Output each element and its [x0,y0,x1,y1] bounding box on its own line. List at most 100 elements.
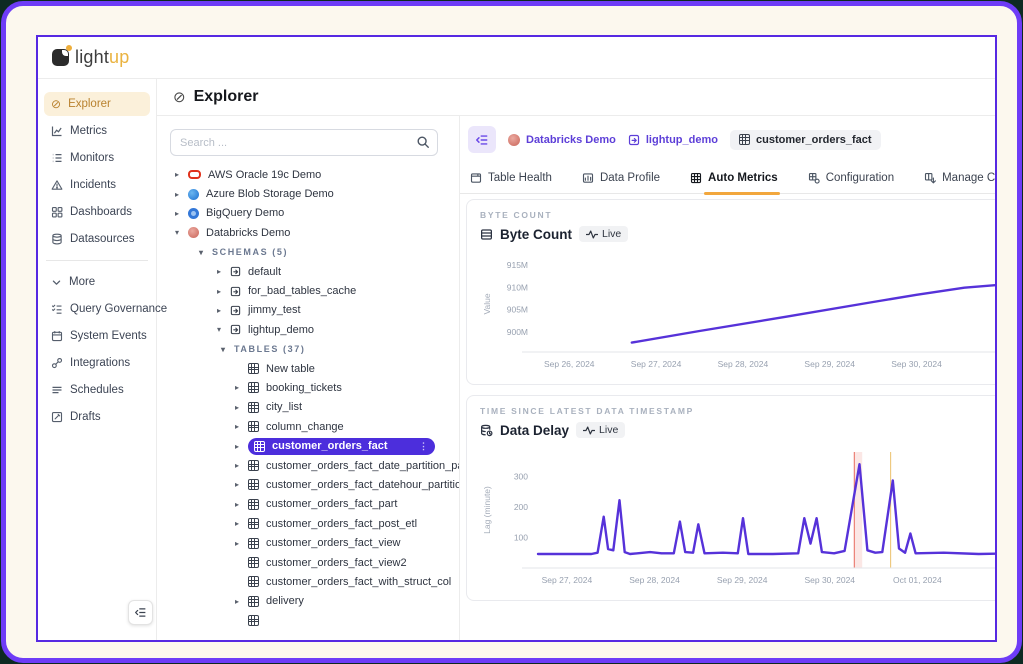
caret-right-icon[interactable]: ▸ [235,519,248,528]
sidebar-item-dashboards[interactable]: Dashboards [44,200,150,224]
tab-data-profile[interactable]: Data Profile [582,172,660,193]
tree-node-datasource[interactable]: ▸ Azure Blob Storage Demo [170,184,459,203]
tab-table-health[interactable]: Table Health [470,172,552,193]
caret-down-icon[interactable]: ▾ [175,228,188,237]
tree-node-datasource[interactable]: ▸ AWS Oracle 19c Demo [170,165,459,184]
caret-right-icon[interactable]: ▸ [235,383,248,392]
row-menu-icon[interactable]: ⋮ [419,441,428,452]
sidebar-item-metrics[interactable]: Metrics [44,119,150,143]
tree-node-label: jimmy_test [248,304,301,316]
caret-right-icon[interactable]: ▸ [235,500,248,509]
caret-down-icon[interactable]: ▾ [217,325,230,334]
search-icon[interactable] [416,135,430,149]
tree-node-table-partial[interactable]: ▸ [170,611,459,630]
sidebar-item-more[interactable]: More [44,270,150,294]
configuration-icon [808,172,820,184]
tree-node-table[interactable]: ▸ customer_orders_fact_view [170,533,459,552]
tree-node-table[interactable]: ▸ booking_tickets [170,378,459,397]
caret-right-icon[interactable]: ▸ [175,190,188,199]
breadcrumb-schema[interactable]: lightup_demo [628,134,718,146]
sidebar-item-explorer[interactable]: ⊘ Explorer [44,92,150,116]
logo-text: lightup [75,47,129,68]
sidebar-item-integrations[interactable]: Integrations [44,351,150,375]
breadcrumb-datasource[interactable]: Databricks Demo [508,134,616,146]
sidebar-item-label: Datasources [70,233,135,245]
sidebar-collapse-button[interactable] [128,600,153,625]
tree-node-table[interactable]: ▸ customer_orders_fact_post_etl [170,514,459,533]
sidebar-item-incidents[interactable]: Incidents [44,173,150,197]
tab-manage-columns[interactable]: Manage Columns [924,172,995,193]
tree-section-tables[interactable]: ▾ TABLES (37) [170,340,459,359]
caret-right-icon[interactable]: ▸ [217,287,230,296]
live-badge[interactable]: Live [576,422,625,438]
tab-label: Table Health [488,172,552,184]
tree-node-table[interactable]: ▸ customer_orders_fact_part [170,495,459,514]
sidebar-item-datasources[interactable]: Datasources [44,227,150,251]
search-input[interactable] [170,129,438,156]
tab-auto-metrics[interactable]: Auto Metrics [690,172,778,193]
sidebar-item-schedules[interactable]: Schedules [44,378,150,402]
sidebar-item-label: Query Governance [70,303,167,315]
live-badge-label: Live [602,228,621,240]
caret-down-icon[interactable]: ▾ [221,345,234,354]
sidebar-item-drafts[interactable]: Drafts [44,405,150,429]
app-window: lightup ⊘ Explorer Metrics Monitors [36,35,997,642]
sidebar-item-label: Drafts [70,411,101,423]
caret-right-icon[interactable]: ▸ [235,480,248,489]
tree-node-table[interactable]: ▸ delivery [170,592,459,611]
compass-icon: ⊘ [51,98,61,110]
table-icon [254,441,265,452]
caret-down-icon[interactable]: ▾ [199,248,212,257]
tree-node-table[interactable]: ▸ customer_orders_fact_date_partition_pa… [170,456,459,475]
tree-toggle-button[interactable] [468,126,496,153]
tree-section-schemas[interactable]: ▾ SCHEMAS (5) [170,243,459,262]
query-governance-icon [51,303,63,315]
data-delay-chart[interactable]: 100200300Sep 27, 2024Sep 28, 2024Sep 29,… [480,442,995,594]
sidebar-item-monitors[interactable]: Monitors [44,146,150,170]
tree-node-schema[interactable]: ▸ jimmy_test [170,301,459,320]
tree-node-schema[interactable]: ▸ for_bad_tables_cache [170,281,459,300]
breadcrumb-table[interactable]: customer_orders_fact [730,130,881,150]
monitors-icon [51,152,63,164]
tree-node-datasource[interactable]: ▾ Databricks Demo [170,223,459,242]
tree-node-table[interactable]: ▸ New table [170,359,459,378]
caret-right-icon[interactable]: ▸ [235,422,248,431]
tree-node-table-selected[interactable]: ▸ customer_orders_fact ⋮ [170,436,459,455]
caret-right-icon[interactable]: ▸ [235,539,248,548]
caret-right-icon[interactable]: ▸ [235,461,248,470]
svg-text:Sep 27, 2024: Sep 27, 2024 [631,359,682,369]
caret-right-icon[interactable]: ▸ [235,597,248,606]
caret-right-icon[interactable]: ▸ [217,306,230,315]
svg-text:910M: 910M [507,282,528,292]
byte-count-chart[interactable]: 900M905M910M915MSep 26, 2024Sep 27, 2024… [480,246,995,378]
tree-node-label: AWS Oracle 19c Demo [208,169,321,181]
caret-right-icon[interactable]: ▸ [217,267,230,276]
tree-node-table[interactable]: ▸ column_change [170,417,459,436]
tree-node-schema[interactable]: ▸ default [170,262,459,281]
byte-count-icon [480,228,493,241]
dashboards-icon [51,206,63,218]
tree-node-label: column_change [266,421,344,433]
device-frame: lightup ⊘ Explorer Metrics Monitors [1,1,1022,663]
selected-table-pill[interactable]: customer_orders_fact ⋮ [248,438,435,455]
caret-right-icon[interactable]: ▸ [235,403,248,412]
metrics-icon [51,125,63,137]
tree-node-label: BigQuery Demo [206,207,284,219]
sidebar-item-system-events[interactable]: System Events [44,324,150,348]
caret-right-icon[interactable]: ▸ [175,209,188,218]
tree-node-table[interactable]: ▸ customer_orders_fact_with_struct_col [170,572,459,591]
data-delay-icon [480,424,493,437]
caret-right-icon[interactable]: ▸ [235,442,248,451]
tree-node-table[interactable]: ▸ city_list [170,398,459,417]
live-badge[interactable]: Live [579,226,628,242]
sidebar-item-query-governance[interactable]: Query Governance [44,297,150,321]
tree-node-datasource[interactable]: ▸ BigQuery Demo [170,204,459,223]
tree-node-table[interactable]: ▸ customer_orders_fact_datehour_partitio… [170,475,459,494]
caret-right-icon[interactable]: ▸ [175,170,188,179]
tab-configuration[interactable]: Configuration [808,172,894,193]
lightup-logo[interactable]: lightup [52,47,129,68]
tree-node-schema[interactable]: ▾ lightup_demo [170,320,459,339]
chevron-down-icon [51,277,62,288]
tree-node-label: customer_orders_fact_view [266,537,401,549]
tree-node-table[interactable]: ▸ customer_orders_fact_view2 [170,553,459,572]
